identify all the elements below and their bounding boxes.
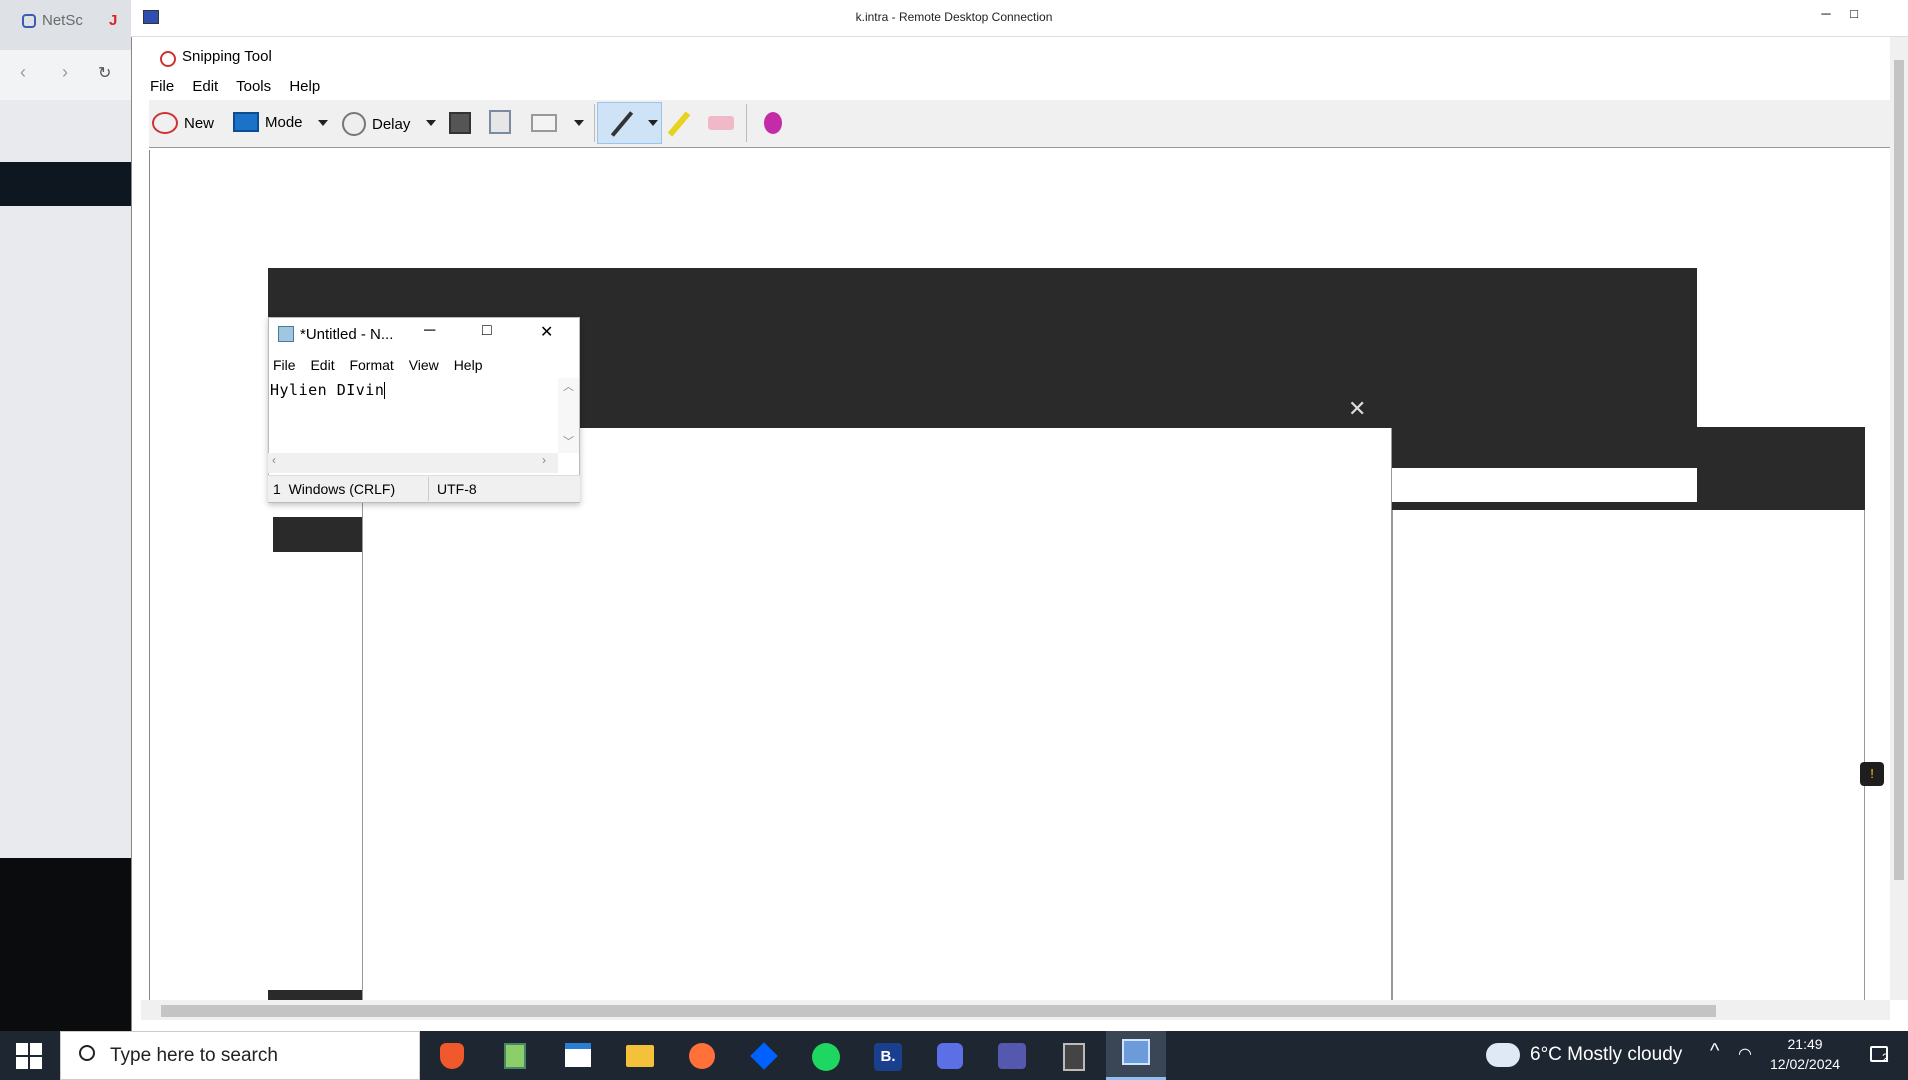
network-icon[interactable]: ◠: [1738, 1044, 1752, 1064]
scroll-up-icon[interactable]: ︿: [563, 378, 574, 394]
search-placeholder: Type here to search: [110, 1045, 278, 1066]
delay-button[interactable]: Delay: [342, 112, 410, 136]
status-line-ending: Windows (CRLF): [288, 481, 396, 497]
calculator-icon[interactable]: [1052, 1037, 1096, 1075]
captured-dark-block: [1392, 390, 1697, 468]
captured-dark-button: [273, 517, 363, 552]
search-icon: [79, 1045, 95, 1061]
notepad-menu-view[interactable]: View: [409, 357, 439, 373]
rdp-title: k.intra - Remote Desktop Connection: [855, 10, 1053, 24]
windows-start-icon[interactable]: [16, 1043, 42, 1069]
notepad-status-encoding: UTF-8: [437, 481, 477, 497]
notepad-minimize-button[interactable]: ─: [424, 322, 435, 340]
scissors-icon: [160, 51, 176, 67]
mode-icon: [233, 112, 259, 132]
dropbox-icon[interactable]: [742, 1037, 786, 1075]
send-dropdown-icon[interactable]: [574, 120, 584, 126]
menu-edit[interactable]: Edit: [192, 78, 218, 95]
copy-icon[interactable]: [489, 110, 511, 134]
menu-help[interactable]: Help: [289, 78, 320, 95]
booking-icon[interactable]: B.: [866, 1037, 910, 1075]
back-icon[interactable]: ‹: [20, 62, 26, 83]
mode-dropdown-icon[interactable]: [318, 120, 328, 126]
remote-desktop-icon: [1122, 1039, 1150, 1065]
notepad-title: *Untitled - N...: [300, 326, 394, 343]
notepad-icon: [278, 326, 294, 342]
firefox-icon[interactable]: [680, 1037, 724, 1075]
notepad-text-area[interactable]: Hylien DIvin: [270, 381, 386, 399]
copilot-icon[interactable]: [928, 1037, 972, 1075]
status-position-value: 1: [273, 481, 281, 497]
delay-dropdown-icon[interactable]: [426, 120, 436, 126]
pen-dropdown-icon[interactable]: [648, 120, 658, 126]
toolbar-divider: [746, 104, 747, 142]
close-icon: ✕: [1348, 396, 1367, 421]
send-snip-icon[interactable]: [531, 114, 557, 132]
remote-desktop-taskbar-button[interactable]: [1106, 1031, 1166, 1080]
brave-icon[interactable]: [430, 1037, 474, 1075]
snipping-tool-menubar: File Edit Tools Help: [150, 78, 334, 95]
captured-side-panel: [1392, 510, 1865, 1000]
eraser-icon[interactable]: [708, 116, 734, 130]
notepad-menu-edit[interactable]: Edit: [310, 357, 334, 373]
text-caret: [384, 382, 386, 399]
clock-date: 12/02/2024: [1770, 1056, 1841, 1072]
system-clock[interactable]: 21:49 12/02/2024: [1770, 1034, 1840, 1074]
notepad-close-button[interactable]: ✕: [540, 322, 553, 342]
notepad-maximize-button[interactable]: □: [482, 322, 492, 340]
mode-label: Mode: [265, 113, 303, 131]
notification-count: 2: [1882, 1051, 1889, 1065]
show-hidden-icons-icon[interactable]: ^: [1710, 1040, 1719, 1063]
notepad-menubar: File Edit Format View Help: [273, 357, 493, 373]
notepad-menu-file[interactable]: File: [273, 357, 296, 373]
notepad-plus-icon[interactable]: [493, 1037, 537, 1075]
clock-icon: [342, 112, 366, 136]
cloudy-weather-icon: [1486, 1043, 1520, 1067]
notepad-menu-format[interactable]: Format: [349, 357, 393, 373]
snipping-tool-title: Snipping Tool: [182, 48, 272, 65]
scroll-right-icon[interactable]: ›: [542, 453, 546, 467]
weather-label[interactable]: 6°C Mostly cloudy: [1530, 1044, 1682, 1066]
paint-3d-icon[interactable]: [764, 112, 782, 134]
notepad-menu-help[interactable]: Help: [454, 357, 483, 373]
warning-icon[interactable]: !: [1860, 762, 1884, 786]
notepad-horizontal-scrollbar[interactable]: ‹ ›: [268, 453, 558, 473]
menu-file[interactable]: File: [150, 78, 174, 95]
clock-time: 21:49: [1787, 1036, 1823, 1052]
menu-tools[interactable]: Tools: [236, 78, 271, 95]
reload-icon[interactable]: ↻: [98, 63, 111, 83]
save-icon[interactable]: [449, 112, 471, 134]
new-snip-button[interactable]: New: [152, 112, 214, 134]
scroll-down-icon[interactable]: ﹀: [563, 433, 574, 449]
rdp-maximize-button[interactable]: □: [1836, 2, 1872, 30]
notepad-text: Hylien DIvin: [270, 381, 385, 399]
browser-header-bar: [0, 162, 131, 206]
forward-icon[interactable]: ›: [62, 62, 68, 83]
browser-nav-bar: ‹ › ↻: [0, 50, 131, 100]
status-divider: [428, 477, 429, 501]
captured-dark-strip: [1392, 502, 1697, 510]
rdp-vertical-scroll-thumb[interactable]: [1894, 60, 1904, 880]
delay-label: Delay: [372, 115, 411, 133]
toolbar-divider: [594, 104, 595, 142]
spotify-icon[interactable]: [804, 1037, 848, 1075]
captured-dark-footer-left: [268, 990, 363, 1000]
mode-button[interactable]: Mode: [233, 112, 303, 132]
store-icon[interactable]: [556, 1037, 600, 1075]
new-snip-icon: [152, 112, 178, 134]
browser-footer: [0, 858, 131, 1031]
file-explorer-icon[interactable]: [618, 1037, 662, 1075]
new-snip-label: New: [184, 114, 215, 132]
teams-icon[interactable]: [990, 1037, 1034, 1075]
scroll-left-icon[interactable]: ‹: [272, 453, 276, 467]
rdp-horizontal-scroll-thumb[interactable]: [161, 1005, 1716, 1017]
notepad-status-position: 1 Windows (CRLF): [273, 481, 395, 497]
notepad-vertical-scrollbar[interactable]: ︿ ﹀: [558, 378, 579, 453]
notification-center-icon[interactable]: 2: [1870, 1046, 1889, 1067]
